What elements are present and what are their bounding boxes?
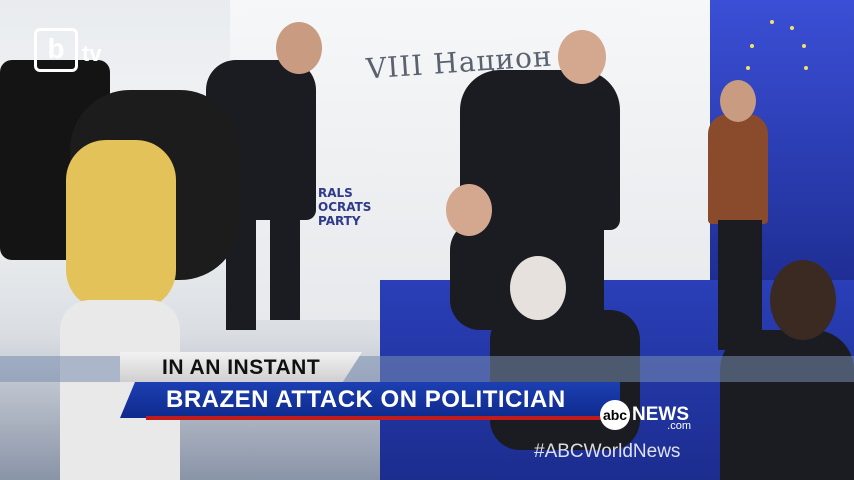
eu-star (770, 20, 774, 24)
headline-text: BRAZEN ATTACK ON POLITICIAN (166, 386, 566, 413)
backdrop-line: PARTY (318, 214, 361, 228)
channel-logo-suffix: tv (82, 40, 102, 66)
lower-third: IN AN INSTANT BRAZEN ATTACK ON POLITICIA… (0, 352, 854, 432)
kicker-bar: IN AN INSTANT (120, 352, 363, 382)
backdrop-party-text: RALS OCRATS PARTY (318, 186, 371, 228)
eu-star (802, 44, 806, 48)
headline-bar: BRAZEN ATTACK ON POLITICIAN (120, 382, 620, 418)
video-frame: VIII Национ RALS OCRATS PARTY b tv IN AN… (0, 0, 854, 480)
headline-red-rule (146, 416, 620, 420)
eu-star (750, 44, 754, 48)
channel-logo-mark: b (34, 28, 78, 72)
abc-news-logo: abc NEWS .com (600, 398, 691, 432)
abc-circle-icon: abc (600, 400, 630, 430)
abc-news-domain: .com (667, 420, 691, 432)
eu-star (804, 66, 808, 70)
eu-star (746, 66, 750, 70)
eu-star (790, 26, 794, 30)
channel-logo: b tv (34, 28, 102, 72)
hashtag: #ABCWorldNews (534, 441, 681, 462)
backdrop-line: RALS (318, 186, 353, 200)
kicker-text: IN AN INSTANT (162, 356, 321, 379)
backdrop-line: OCRATS (318, 200, 372, 214)
